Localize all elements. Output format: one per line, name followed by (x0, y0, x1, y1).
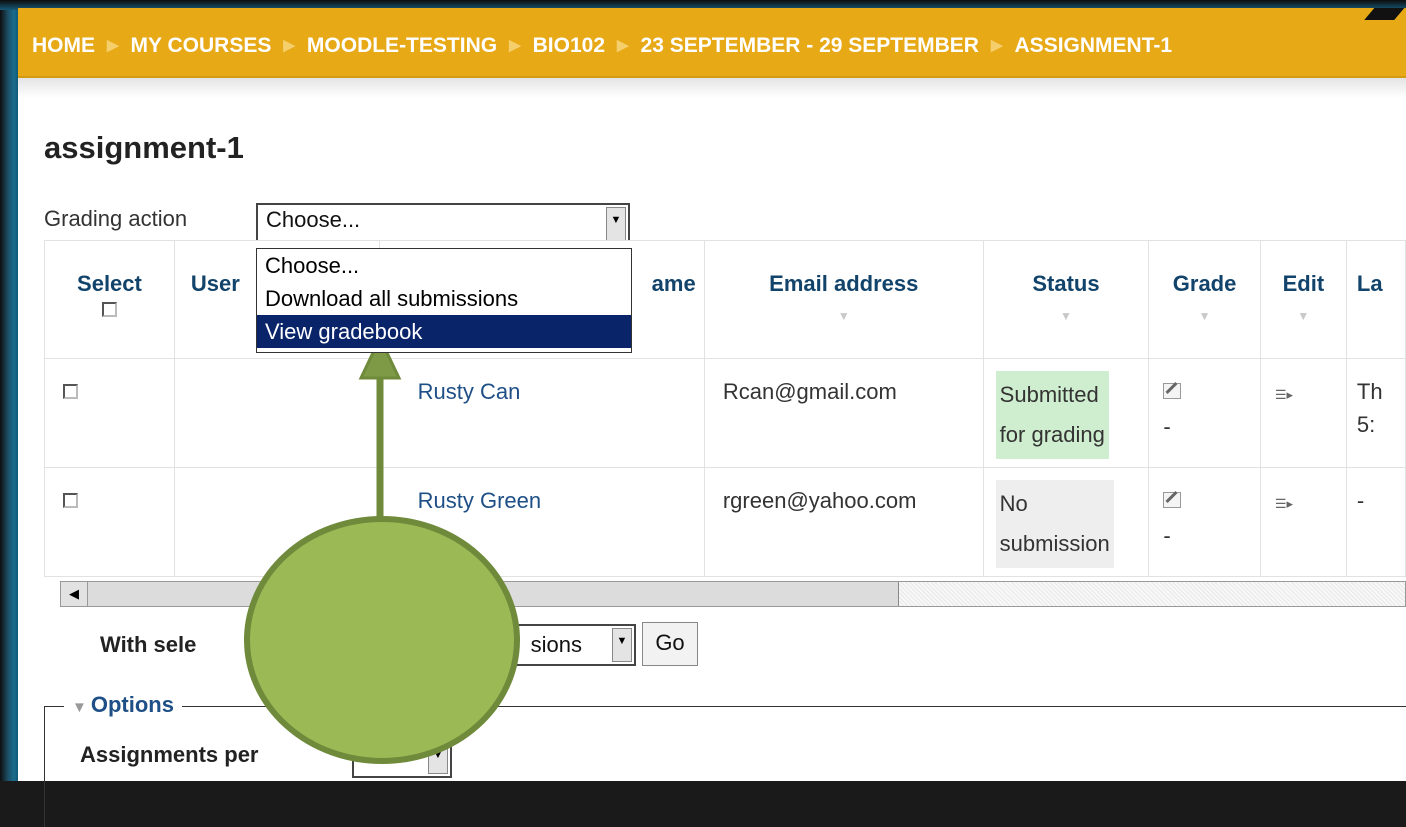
user-name-link[interactable]: Rusty Green (418, 488, 542, 513)
collapse-icon[interactable]: ▼ (72, 699, 87, 716)
breadcrumb-moodle-testing[interactable]: MOODLE-TESTING (307, 34, 497, 57)
edit-cell: ☰▸ (1259, 467, 1347, 577)
dropdown-option-download-all[interactable]: Download all submissions (257, 282, 631, 315)
dropdown-option-view-gradebook[interactable]: View gradebook (257, 315, 631, 348)
chevron-down-icon[interactable]: ▼ (606, 207, 626, 241)
table-row: Rusty Can Rcan@gmail.com Submitted for gr… (44, 358, 1406, 468)
table-row: Rusty Green rgreen@yahoo.com No submissio… (44, 467, 1406, 577)
edit-cell: ☰▸ (1259, 358, 1347, 468)
go-button[interactable]: Go (642, 622, 698, 666)
column-header-edit: Edit ▼ (1259, 240, 1347, 359)
grade-value: - (1163, 414, 1171, 439)
column-header-status[interactable]: Status ▼ (982, 240, 1150, 359)
options-legend-text: Options (90, 692, 174, 717)
status-cell: No submission (982, 467, 1150, 577)
breadcrumb-home[interactable]: HOME (32, 34, 95, 57)
column-label-email: Email address (769, 271, 919, 296)
grading-action-dropdown: Choose... Download all submissions View … (256, 248, 632, 353)
row-checkbox[interactable] (63, 493, 78, 508)
breadcrumb: HOME ▶ MY COURSES ▶ MOODLE-TESTING ▶ BIO102 ▶ 23… (18, 8, 1406, 78)
per-page-value: 10 (362, 742, 387, 767)
status-cell: Submitted for grading (982, 358, 1150, 468)
bulk-action-value: sions (530, 632, 582, 657)
grade-edit-icon[interactable] (1163, 492, 1182, 508)
user-picture-cell (173, 467, 380, 577)
grade-cell: - (1148, 358, 1261, 468)
last-modified-line-1: Th (1356, 379, 1383, 404)
header-shadow (18, 78, 1406, 98)
scrollbar-track[interactable] (899, 582, 1405, 606)
column-label-status: Status (1032, 271, 1100, 296)
user-name-link[interactable]: Rusty Can (418, 379, 521, 404)
sort-icon[interactable]: ▼ (1261, 309, 1346, 323)
column-header-grade[interactable]: Grade ▼ (1148, 240, 1261, 359)
chevron-down-icon[interactable]: ▼ (428, 742, 448, 774)
window-frame-left (0, 0, 18, 781)
status-line-1: No (999, 491, 1028, 516)
status-badge: No submission (995, 480, 1114, 568)
column-label-last-modified: La (1356, 271, 1383, 296)
column-label-select: Select (77, 271, 142, 296)
sort-icon[interactable]: ▼ (1149, 309, 1260, 323)
email-cell: Rcan@gmail.com (703, 358, 984, 468)
scroll-left-icon[interactable]: ◀ (61, 582, 88, 606)
frame-corner (1364, 8, 1406, 20)
breadcrumb-assignment[interactable]: ASSIGNMENT-1 (1015, 34, 1173, 57)
options-legend[interactable]: ▼ Options (64, 692, 182, 718)
horizontal-scrollbar[interactable]: ◀ (60, 581, 1406, 607)
sort-icon[interactable]: ▼ (984, 309, 1149, 323)
breadcrumb-separator-icon: ▶ (509, 37, 521, 54)
name-cell: Rusty Green (378, 467, 705, 577)
column-label-edit: Edit (1282, 271, 1325, 296)
breadcrumb-separator-icon: ▶ (283, 37, 295, 54)
per-page-select[interactable]: 10 ▼ (352, 738, 452, 778)
last-modified-cell: Th 5: (1345, 358, 1406, 468)
last-modified-cell: - (1345, 467, 1406, 577)
email-cell: rgreen@yahoo.com (703, 467, 984, 577)
grading-action-select[interactable]: Choose... ▼ (256, 203, 630, 245)
column-label-name: ame (651, 271, 696, 296)
dropdown-option-choose[interactable]: Choose... (257, 249, 631, 282)
grade-cell: - (1148, 467, 1261, 577)
email-text: rgreen@yahoo.com (722, 488, 917, 513)
column-label-grade: Grade (1172, 271, 1237, 296)
grade-edit-icon[interactable] (1163, 383, 1182, 399)
column-label-user: User (190, 271, 240, 296)
edit-menu-icon[interactable]: ☰▸ (1275, 387, 1293, 402)
row-checkbox[interactable] (63, 384, 78, 399)
column-header-select: Select (44, 240, 175, 359)
scrollbar-thumb[interactable] (88, 582, 899, 606)
status-line-2: for grading (999, 422, 1105, 447)
row-select-cell (44, 358, 175, 468)
status-badge: Submitted for grading (995, 371, 1109, 459)
sort-icon[interactable]: ▼ (705, 309, 983, 323)
user-picture-cell (173, 358, 380, 468)
breadcrumb-separator-icon: ▶ (990, 37, 1003, 54)
status-line-2: submission (999, 531, 1110, 556)
breadcrumb-separator-icon: ▶ (107, 37, 119, 54)
grading-action-label: Grading action (44, 206, 188, 231)
breadcrumb-my-courses[interactable]: MY COURSES (131, 34, 272, 57)
grading-action-value: Choose... (266, 207, 361, 232)
last-modified-line-1: - (1356, 488, 1365, 513)
row-select-cell (44, 467, 175, 577)
edit-menu-icon[interactable]: ☰▸ (1275, 496, 1293, 511)
submissions-table: Select User ame Email address ▼ Status ▼… (44, 240, 1406, 577)
breadcrumb-course[interactable]: BIO102 (533, 34, 605, 57)
page-title: assignment-1 (44, 130, 244, 165)
bulk-action-select[interactable]: sions ▼ (340, 624, 636, 666)
email-text: Rcan@gmail.com (722, 379, 897, 404)
last-modified-line-2: 5: (1356, 412, 1376, 437)
grade-value: - (1163, 523, 1171, 548)
chevron-down-icon[interactable]: ▼ (612, 628, 632, 662)
with-selected-label: With sele (100, 632, 197, 657)
status-line-1: Submitted (999, 382, 1099, 407)
column-header-email[interactable]: Email address ▼ (703, 240, 984, 359)
select-all-checkbox[interactable] (101, 302, 117, 317)
column-header-last-modified[interactable]: La (1345, 240, 1406, 359)
assignments-per-page-label: Assignments per (80, 742, 259, 767)
breadcrumb-separator-icon: ▶ (617, 37, 629, 54)
name-cell: Rusty Can (378, 358, 705, 468)
breadcrumb-week[interactable]: 23 SEPTEMBER - 29 SEPTEMBER (641, 34, 979, 57)
